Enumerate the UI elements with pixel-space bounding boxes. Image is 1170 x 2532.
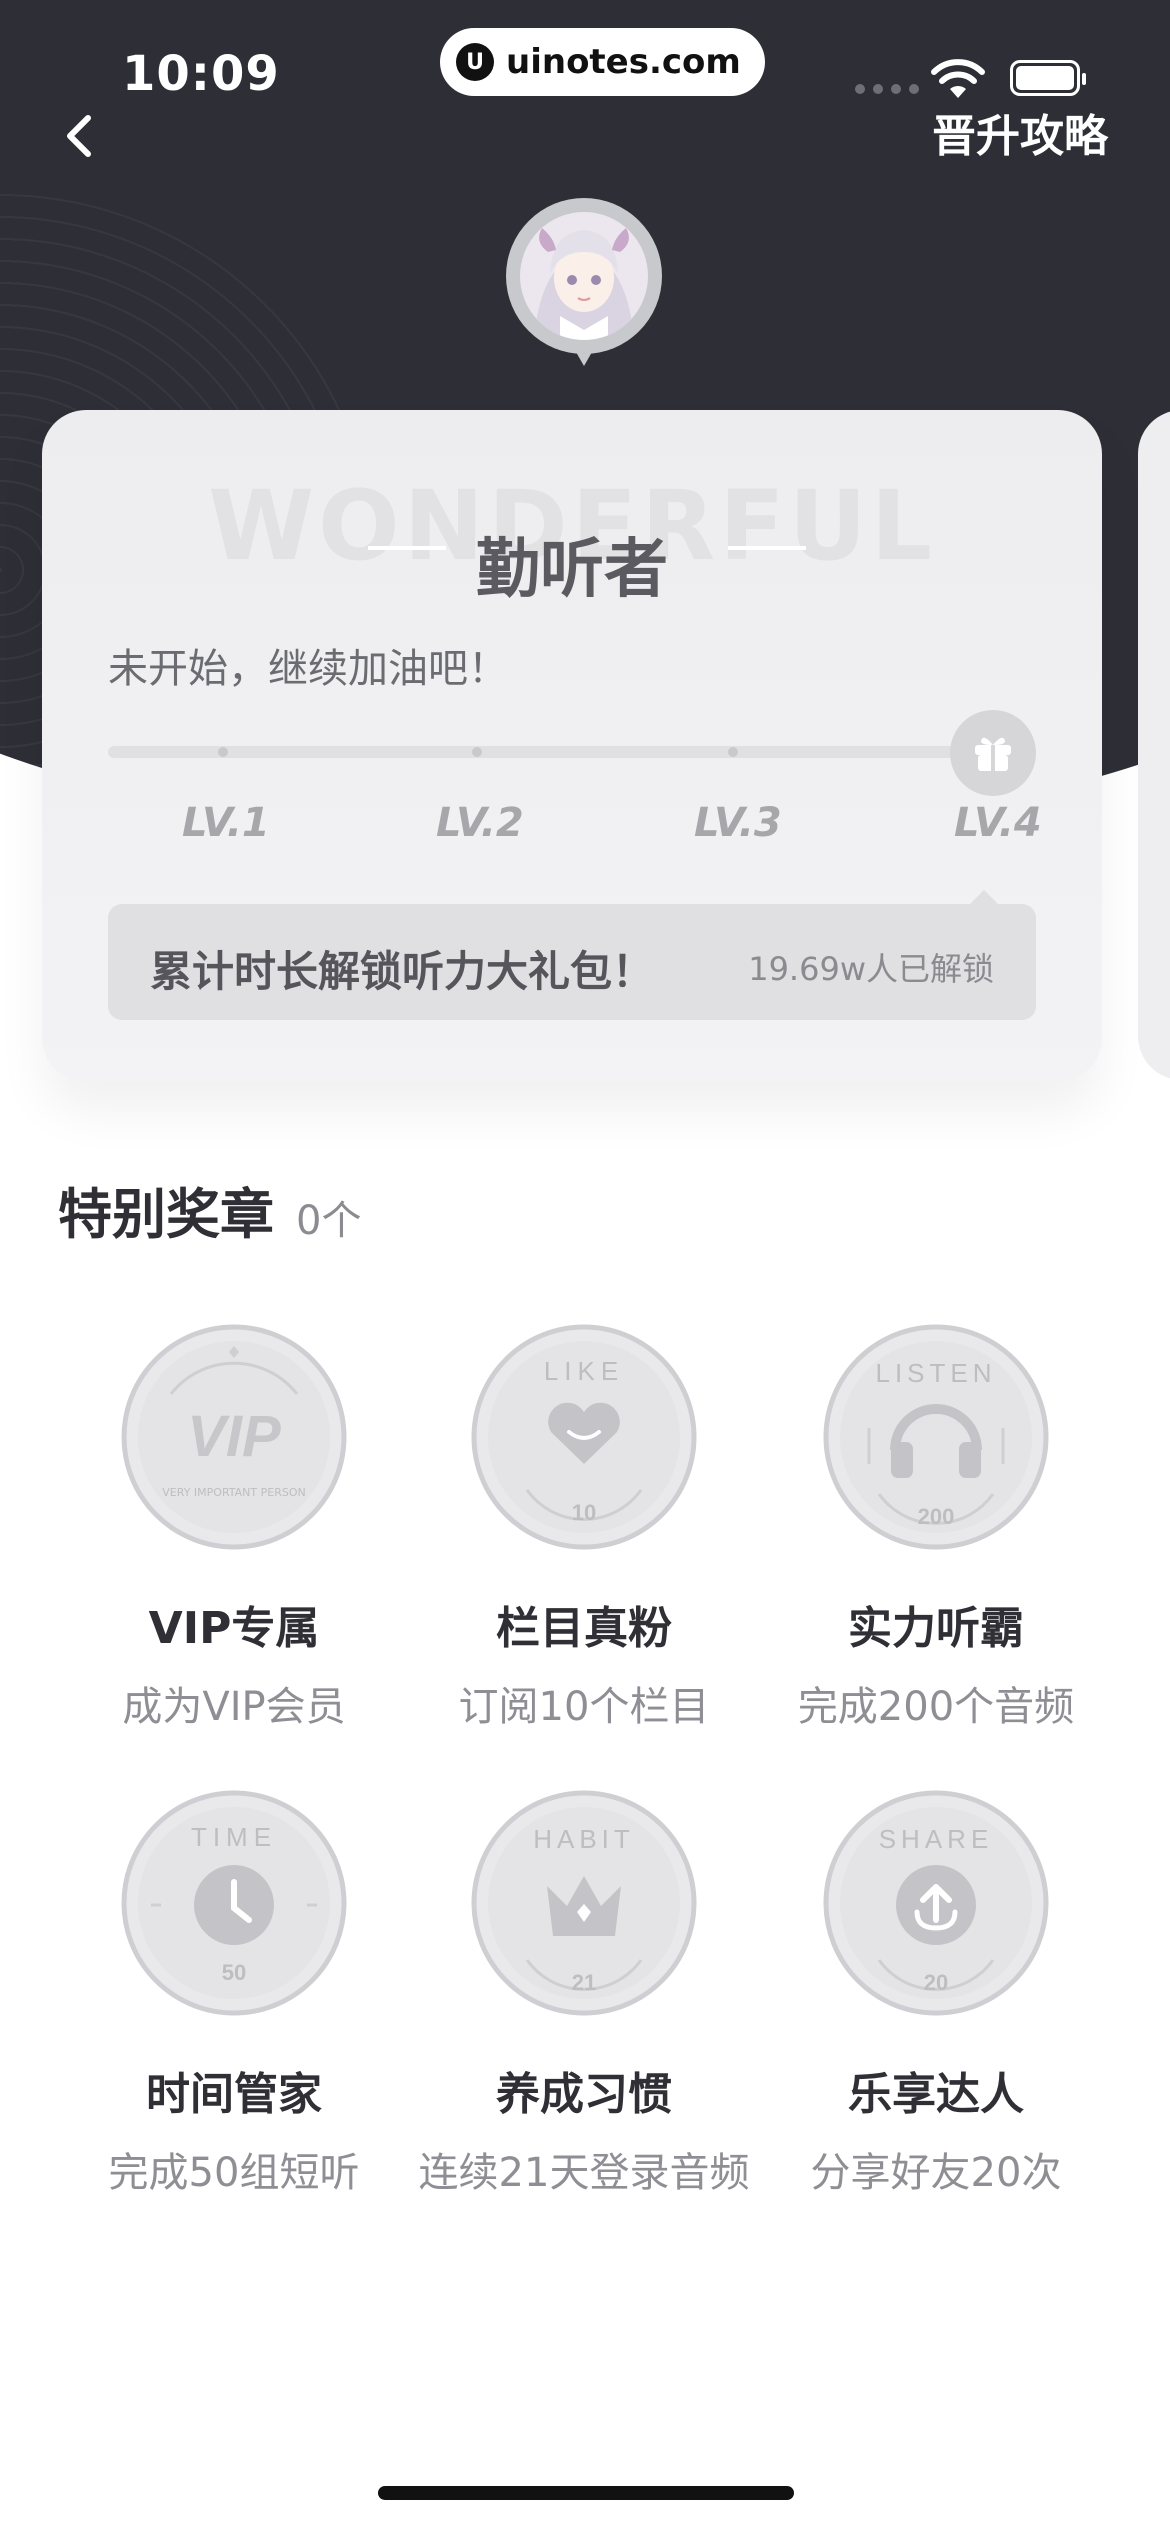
progress-node-1 <box>218 747 228 757</box>
svg-text:200: 200 <box>918 1504 955 1529</box>
svg-text:LISTEN: LISTEN <box>875 1358 996 1388</box>
level-name: 勤听者 <box>476 533 668 607</box>
level-card[interactable]: WONDERFUL 勤听者 未开始，继续加油吧！ LV.1 LV.2 LV.3 … <box>42 410 1102 1082</box>
badge-name: 时间管家 <box>146 2069 322 2120</box>
home-indicator[interactable] <box>378 2486 794 2500</box>
gift-icon <box>975 737 1011 771</box>
progress-node-2 <box>472 747 482 757</box>
gift-button[interactable] <box>950 710 1036 796</box>
badge-time-keeper[interactable]: TIME 50 时间管家 完成50组短听 <box>64 1790 404 2198</box>
svg-text:SHARE: SHARE <box>879 1824 994 1854</box>
badge-name: 养成习惯 <box>496 2069 672 2120</box>
badge-desc: 成为VIP会员 <box>122 1684 346 1730</box>
unlock-count: 19.69w人已解锁 <box>748 950 994 988</box>
level-label-4: LV.4 <box>954 800 1042 846</box>
url-text: uinotes.com <box>506 42 741 82</box>
wifi-icon <box>931 59 985 98</box>
next-level-card-peek[interactable] <box>1138 410 1170 1080</box>
time-medal-icon: TIME 50 <box>121 1790 347 2016</box>
unlock-gift-banner[interactable]: 累计时长解锁听力大礼包！ 19.69w人已解锁 <box>108 890 1036 1020</box>
badge-desc: 连续21天登录音频 <box>418 2150 750 2196</box>
badge-name: 栏目真粉 <box>496 1603 672 1654</box>
chevron-left-icon <box>67 115 91 157</box>
avatar[interactable] <box>506 198 662 366</box>
svg-text:TIME: TIME <box>191 1822 277 1852</box>
badge-column-fan[interactable]: LIKE 10 栏目真粉 订阅10个栏目 <box>414 1324 754 1732</box>
level-label-1: LV.1 <box>182 800 270 846</box>
special-badges-count: 0个 <box>296 1198 362 1244</box>
svg-text:50: 50 <box>222 1960 246 1985</box>
level-page: 10:09 U uinotes.com 晋升攻略 WONDERFUL 勤听者 未… <box>0 0 1170 2532</box>
listen-medal-icon: LISTEN 200 <box>823 1324 1049 1550</box>
share-medal-icon: SHARE 20 <box>823 1790 1049 2016</box>
svg-text:VERY IMPORTANT PERSON: VERY IMPORTANT PERSON <box>162 1486 305 1499</box>
battery-icon <box>1010 60 1086 96</box>
badge-listen-master[interactable]: LISTEN 200 实力听霸 完成200个音频 <box>766 1324 1106 1732</box>
progress-node-3 <box>728 747 738 757</box>
level-label-3: LV.3 <box>694 800 782 846</box>
badge-desc: 完成50组短听 <box>108 2150 360 2196</box>
badge-name: 乐享达人 <box>848 2069 1024 2120</box>
svg-text:20: 20 <box>924 1970 948 1995</box>
badge-name: 实力听霸 <box>848 1603 1024 1654</box>
back-button[interactable] <box>50 100 110 170</box>
unlock-banner-title: 累计时长解锁听力大礼包！ <box>150 947 655 996</box>
avatar-image <box>520 212 648 340</box>
level-label-2: LV.2 <box>436 800 524 846</box>
upgrade-guide-link[interactable]: 晋升攻略 <box>932 100 1108 164</box>
url-pill[interactable]: U uinotes.com <box>440 28 765 96</box>
badge-habit[interactable]: HABIT 21 养成习惯 连续21天登录音频 <box>414 1790 754 2198</box>
level-status: 未开始，继续加油吧！ <box>108 646 508 692</box>
badge-desc: 订阅10个栏目 <box>458 1684 710 1730</box>
uinotes-logo-icon: U <box>456 43 494 81</box>
svg-text:10: 10 <box>572 1500 596 1525</box>
svg-text:21: 21 <box>572 1970 596 1995</box>
badge-desc: 完成200个音频 <box>797 1684 1075 1730</box>
habit-medal-icon: HABIT 21 <box>471 1790 697 2016</box>
special-badges-title: 特别奖章 <box>58 1183 274 1246</box>
vip-medal-icon: VIP VERY IMPORTANT PERSON <box>121 1324 347 1550</box>
like-medal-icon: LIKE 10 <box>471 1324 697 1550</box>
badge-name: VIP专属 <box>148 1603 320 1654</box>
badge-desc: 分享好友20次 <box>810 2150 1062 2196</box>
cellular-signal-icon <box>855 84 919 94</box>
svg-text:VIP: VIP <box>187 1404 281 1469</box>
status-time: 10:09 <box>122 46 280 102</box>
badge-share-master[interactable]: SHARE 20 乐享达人 分享好友20次 <box>766 1790 1106 2198</box>
svg-text:LIKE: LIKE <box>544 1356 624 1386</box>
badge-vip[interactable]: VIP VERY IMPORTANT PERSON VIP专属 成为VIP会员 <box>64 1324 404 1732</box>
level-progress-track <box>108 746 1008 758</box>
svg-text:HABIT: HABIT <box>533 1824 635 1854</box>
